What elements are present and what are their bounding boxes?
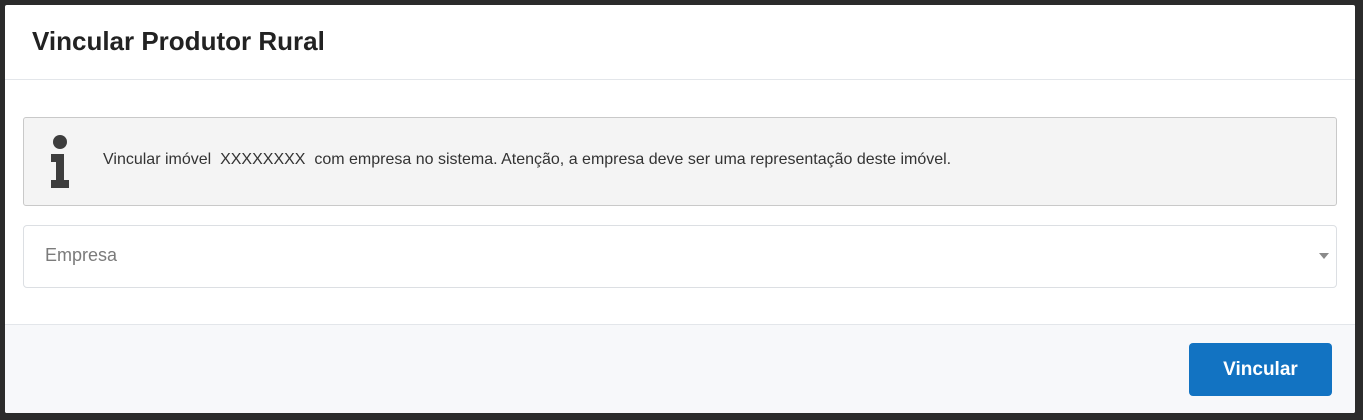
alert-message: Vincular imóvel XXXXXXXX com empresa no … bbox=[103, 150, 952, 168]
caret-down-icon bbox=[1319, 253, 1329, 259]
empresa-select-placeholder: Empresa bbox=[45, 245, 118, 265]
modal-header: Vincular Produtor Rural bbox=[5, 5, 1355, 80]
vincular-button[interactable]: Vincular bbox=[1189, 343, 1332, 396]
info-icon bbox=[51, 134, 69, 188]
modal-title: Vincular Produtor Rural bbox=[32, 25, 325, 56]
info-alert: Vincular imóvel XXXXXXXX com empresa no … bbox=[23, 117, 1337, 206]
modal-body: Vincular imóvel XXXXXXXX com empresa no … bbox=[5, 80, 1355, 324]
modal-footer: Vincular bbox=[5, 324, 1355, 413]
empresa-select[interactable]: Empresa bbox=[23, 225, 1337, 288]
vincular-produtor-modal: Vincular Produtor Rural Vincular imóvel … bbox=[5, 5, 1355, 413]
